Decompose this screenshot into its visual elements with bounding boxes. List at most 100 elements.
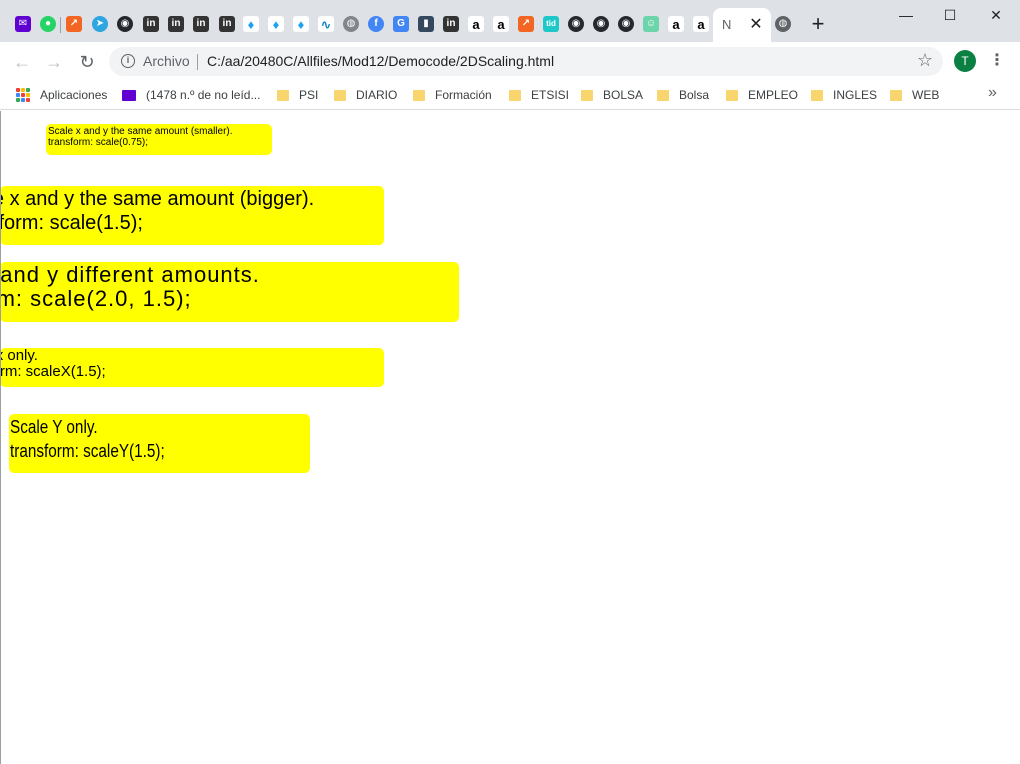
translate-icon: G <box>393 16 409 32</box>
box-code: transform: scale(0.75); <box>48 137 149 148</box>
info-icon[interactable]: i <box>121 54 135 68</box>
amazon-icon: a <box>693 16 709 32</box>
close-tab-icon[interactable]: ✕ <box>747 16 765 34</box>
tab-book[interactable]: ▮ <box>415 12 437 36</box>
investing-icon: in <box>143 16 159 32</box>
address-url[interactable]: C:/aa/20480C/Allfiles/Mod12/Democode/2DS… <box>207 53 554 69</box>
bookmark-star-icon[interactable]: ☆ <box>917 50 933 71</box>
box-code: transform: scaleY(1.5); <box>10 441 165 461</box>
twitter-icon: ♦ <box>293 16 309 32</box>
box-caption: Scale x and y the same amount (bigger). <box>1 188 315 210</box>
tab-investing-1[interactable]: in <box>140 12 162 36</box>
bookmark-folder-label: EMPLEO <box>748 88 799 102</box>
mail-icon <box>122 89 136 101</box>
new-tab-button[interactable]: + <box>807 13 829 36</box>
tab-twitter-3[interactable]: ♦ <box>290 12 312 36</box>
bookmarks-bar: Aplicaciones (1478 n.º de no leíd... PSI… <box>0 80 1020 110</box>
tab-tid[interactable]: tid <box>540 12 562 36</box>
tab-github-1[interactable]: ◉ <box>114 12 136 36</box>
menu-dots-icon[interactable]: ⋮ <box>988 50 1006 72</box>
scale-bigger-box: Scale x and y the same amount (bigger). … <box>1 186 384 245</box>
tab-globe-2[interactable]: ◍ <box>772 12 794 36</box>
book-icon: ▮ <box>418 16 434 32</box>
tab-amazon-2[interactable]: a <box>490 12 512 36</box>
box-caption: Scale Y only. <box>10 417 98 437</box>
tab-investing-3[interactable]: in <box>190 12 212 36</box>
address-bar[interactable]: i Archivo C:/aa/20480C/Allfiles/Mod12/De… <box>109 47 943 76</box>
tab-investing-5[interactable]: in <box>440 12 462 36</box>
address-scheme-label: Archivo <box>143 53 190 69</box>
tab-cat-app[interactable]: ☺ <box>640 12 662 36</box>
scale-y-box: Scale Y only. transform: scaleY(1.5); <box>9 414 310 473</box>
bookmark-folder-psi[interactable]: PSI <box>277 85 318 105</box>
bookmark-folder-label: Bolsa <box>679 88 710 102</box>
maximize-icon[interactable]: ☐ <box>940 5 960 25</box>
bookmark-folder-formacion[interactable]: Formación <box>413 85 492 105</box>
trend-icon: ∿ <box>318 16 334 32</box>
bookmark-folder-label: BOLSA <box>603 88 644 102</box>
minimize-icon[interactable]: — <box>896 5 916 25</box>
tab-trend-app[interactable]: ∿ <box>315 12 337 36</box>
bookmark-apps-label: Aplicaciones <box>40 88 108 102</box>
folder-icon <box>890 89 902 101</box>
back-arrow-icon[interactable]: ← <box>10 50 34 74</box>
tab-investing-2[interactable]: in <box>165 12 187 36</box>
tab-amazon-1[interactable]: a <box>465 12 487 36</box>
reload-icon[interactable]: ↻ <box>75 50 99 74</box>
bookmark-folder-label: DIARIO <box>356 88 398 102</box>
tab-telegram[interactable]: ➤ <box>89 12 111 36</box>
folder-icon <box>413 89 425 101</box>
box-caption: Scale x only. <box>1 348 38 364</box>
bookmark-folder-bolsa[interactable]: Bolsa <box>657 85 709 105</box>
bookmark-mail-label: (1478 n.º de no leíd... <box>146 88 261 102</box>
telegram-icon: ➤ <box>92 16 108 32</box>
tab-github-2[interactable]: ◉ <box>565 12 587 36</box>
profile-avatar[interactable]: T <box>954 50 976 72</box>
bookmark-folder-label: Formación <box>435 88 492 102</box>
folder-icon <box>277 89 289 101</box>
active-tab[interactable]: N ✕ <box>713 8 771 42</box>
chart-app-icon: ↗ <box>518 16 534 32</box>
folder-icon <box>509 89 521 101</box>
bookmark-folder-empleo[interactable]: EMPLEO <box>726 85 798 105</box>
github-icon: ◉ <box>117 16 133 32</box>
tab-github-3[interactable]: ◉ <box>590 12 612 36</box>
bookmark-folder-ingles[interactable]: INGLES <box>811 85 877 105</box>
tab-facebook[interactable]: f <box>365 12 387 36</box>
globe-icon: ◍ <box>343 16 359 32</box>
tab-github-4[interactable]: ◉ <box>615 12 637 36</box>
bookmark-mail[interactable]: (1478 n.º de no leíd... <box>122 85 260 105</box>
box-caption: Scale x and y the same amount (smaller). <box>48 126 233 137</box>
tab-whatsapp[interactable]: ● <box>37 12 59 36</box>
tab-translate[interactable]: G <box>390 12 412 36</box>
tab-mail[interactable]: ✉ <box>12 12 34 36</box>
active-tab-favicon: N <box>722 17 732 32</box>
tab-chart-app[interactable]: ↗ <box>63 12 85 36</box>
forward-arrow-icon[interactable]: → <box>42 50 66 74</box>
bookmark-folder-diario[interactable]: DIARIO <box>334 85 397 105</box>
bookmark-folder-web[interactable]: WEB <box>890 85 939 105</box>
bookmark-folder-bolsa-upper[interactable]: BOLSA <box>581 85 643 105</box>
bookmark-folder-etsisi[interactable]: ETSISI <box>509 85 569 105</box>
whatsapp-icon: ● <box>40 16 56 32</box>
folder-icon <box>657 89 669 101</box>
tab-twitter-1[interactable]: ♦ <box>240 12 262 36</box>
bookmark-folder-label: INGLES <box>833 88 878 102</box>
tab-globe-1[interactable]: ◍ <box>340 12 362 36</box>
tab-twitter-2[interactable]: ♦ <box>265 12 287 36</box>
box-code: transform: scale(2.0, 1.5); <box>1 286 192 311</box>
tid-icon: tid <box>543 16 559 32</box>
globe-icon: ◍ <box>775 16 791 32</box>
close-window-icon[interactable]: ✕ <box>986 5 1006 25</box>
bookmark-apps[interactable]: Aplicaciones <box>16 85 107 105</box>
browser-toolbar: ← → ↻ i Archivo C:/aa/20480C/Allfiles/Mo… <box>0 42 1020 80</box>
amazon-icon: a <box>468 16 484 32</box>
tab-investing-4[interactable]: in <box>216 12 238 36</box>
scale-different-box: Scale x and y different amounts. transfo… <box>1 262 459 322</box>
apps-grid-icon <box>16 88 30 102</box>
bookmarks-overflow-icon[interactable]: » <box>988 84 997 102</box>
tab-amazon-3[interactable]: a <box>665 12 687 36</box>
mail-icon: ✉ <box>15 16 31 32</box>
tab-chart-app-2[interactable]: ↗ <box>515 12 537 36</box>
tab-amazon-4[interactable]: a <box>690 12 712 36</box>
